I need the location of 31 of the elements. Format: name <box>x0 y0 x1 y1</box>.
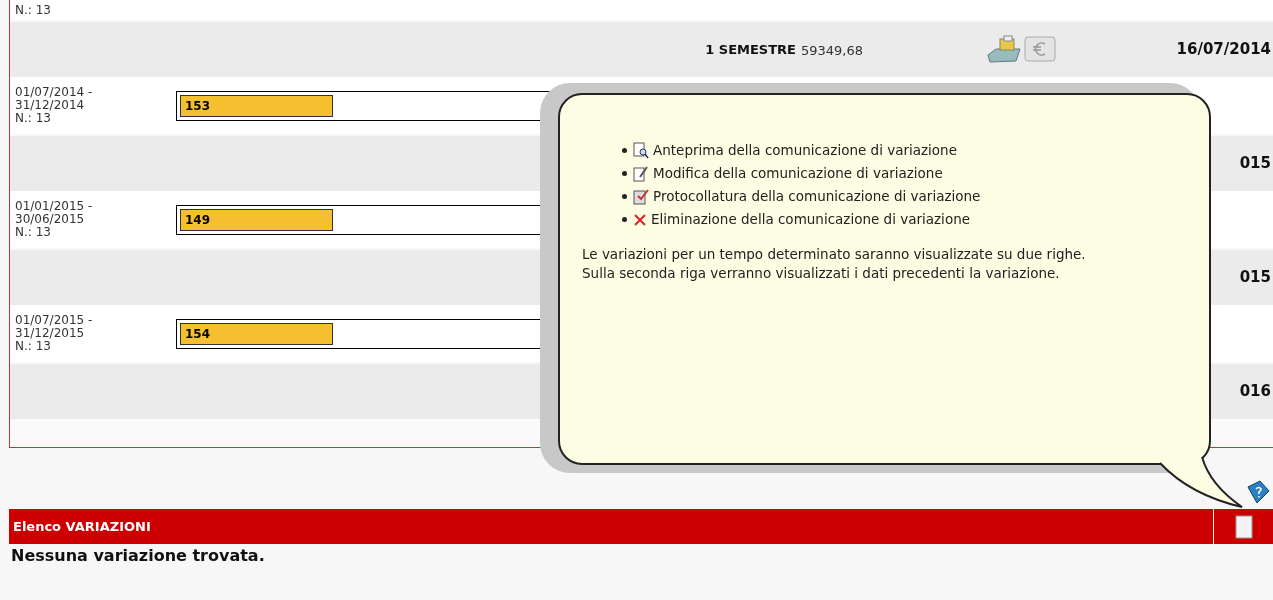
note-text: Le variazioni per un tempo determinato saranno visualizzate su due righe. Sulla seconda riga verranno visualizzati i dati precedenti la variazione. <box>582 245 1087 283</box>
help-book-icon[interactable] <box>1245 479 1271 505</box>
period-text: 01/01/2015 - 30/06/2015 N.: 13 <box>14 200 94 239</box>
date-text: 015 <box>1239 153 1271 175</box>
period-text: 01/07/2014 - 31/12/2014 N.: 13 <box>14 86 94 125</box>
value-label: 153 <box>180 94 333 117</box>
document-check-icon <box>633 187 649 206</box>
cross-icon <box>633 212 647 227</box>
period-label: 1 SEMESTRE <box>705 40 796 59</box>
legend-text: Anteprima della comunicazione di variazione <box>653 141 957 160</box>
bullet <box>622 148 627 153</box>
legend-text: Eliminazione della comunicazione di variazione <box>651 210 970 229</box>
date-text: 015 <box>1239 267 1271 289</box>
empty-message: Nessuna variazione trovata. <box>11 545 266 567</box>
legend-text: Modifica della comunicazione di variazione <box>653 164 943 183</box>
date-text: 16/07/2014 <box>1176 39 1271 61</box>
cash-register-icon[interactable] <box>986 34 1022 65</box>
period-text: N.: 13 <box>14 3 52 17</box>
legend-text: Protocollatura della comunicazione di variazione <box>653 187 981 206</box>
document-pencil-icon <box>633 164 649 183</box>
period-text: 01/07/2015 - 31/12/2015 N.: 13 <box>14 314 94 353</box>
value-label: 154 <box>180 322 333 345</box>
bullet <box>622 217 627 222</box>
date-text: 016 <box>1239 381 1271 403</box>
value-label: 149 <box>180 208 333 231</box>
bullet <box>622 194 627 199</box>
bullet <box>622 171 627 176</box>
amount-text: 59349,68 <box>801 42 864 58</box>
document-icon[interactable] <box>1234 514 1253 539</box>
document-magnifier-icon <box>633 141 649 160</box>
section-title: Elenco VARIAZIONI <box>12 517 152 536</box>
